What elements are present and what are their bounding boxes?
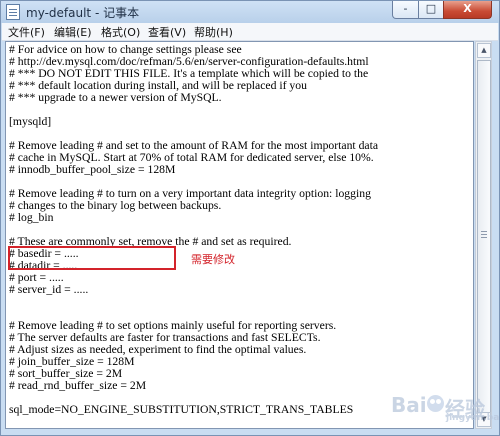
watermark-bai-text: Bai	[391, 393, 427, 417]
minimize-button[interactable]: -	[392, 1, 419, 19]
text-line: # log_bin	[9, 211, 54, 224]
text-line: # server_id = .....	[9, 283, 89, 296]
scrollbar-thumb[interactable]	[477, 60, 491, 413]
text-line: sql_mode=NO_ENGINE_SUBSTITUTION,STRICT_T…	[9, 403, 354, 416]
window-title: my-default - 记事本	[26, 6, 140, 20]
scroll-up-icon[interactable]: ▲	[477, 43, 491, 58]
menu-bar: 文件(F) 编辑(E) 格式(O) 查看(V) 帮助(H)	[2, 23, 498, 41]
menu-edit[interactable]: 编辑(E)	[54, 24, 92, 40]
annotation-highlight-box	[8, 246, 176, 270]
text-line: # innodb_buffer_pool_size = 128M	[9, 163, 176, 176]
maximize-button[interactable]: □	[418, 1, 444, 19]
menu-format[interactable]: 格式(O)	[101, 24, 140, 40]
text-line: # read_rnd_buffer_size = 2M	[9, 379, 147, 392]
text-line: [mysqld]	[9, 115, 52, 128]
window-frame-bottom	[1, 429, 499, 435]
text-line: # *** upgrade to a newer version of MySQ…	[9, 91, 222, 104]
paw-icon	[427, 395, 444, 412]
watermark-url-text: jingyan.baidu.com	[446, 413, 500, 423]
notepad-icon	[6, 4, 20, 20]
vertical-scrollbar[interactable]: ▲ ▼	[475, 41, 492, 429]
annotation-text: 需要修改	[191, 253, 235, 266]
title-bar[interactable]: my-default - 记事本 - □ X	[1, 1, 499, 23]
baidu-watermark: Bai 经验 jingyan.baidu.com	[391, 393, 499, 423]
notepad-window: my-default - 记事本 - □ X 文件(F) 编辑(E) 格式(O)…	[0, 0, 500, 436]
menu-view[interactable]: 查看(V)	[148, 24, 186, 40]
close-button[interactable]: X	[443, 1, 492, 19]
text-editor[interactable]: # For advice on how to change settings p…	[5, 41, 474, 429]
menu-file[interactable]: 文件(F)	[8, 24, 45, 40]
menu-help[interactable]: 帮助(H)	[194, 24, 233, 40]
window-frame-right	[492, 41, 499, 435]
window-controls: - □ X	[392, 1, 492, 19]
